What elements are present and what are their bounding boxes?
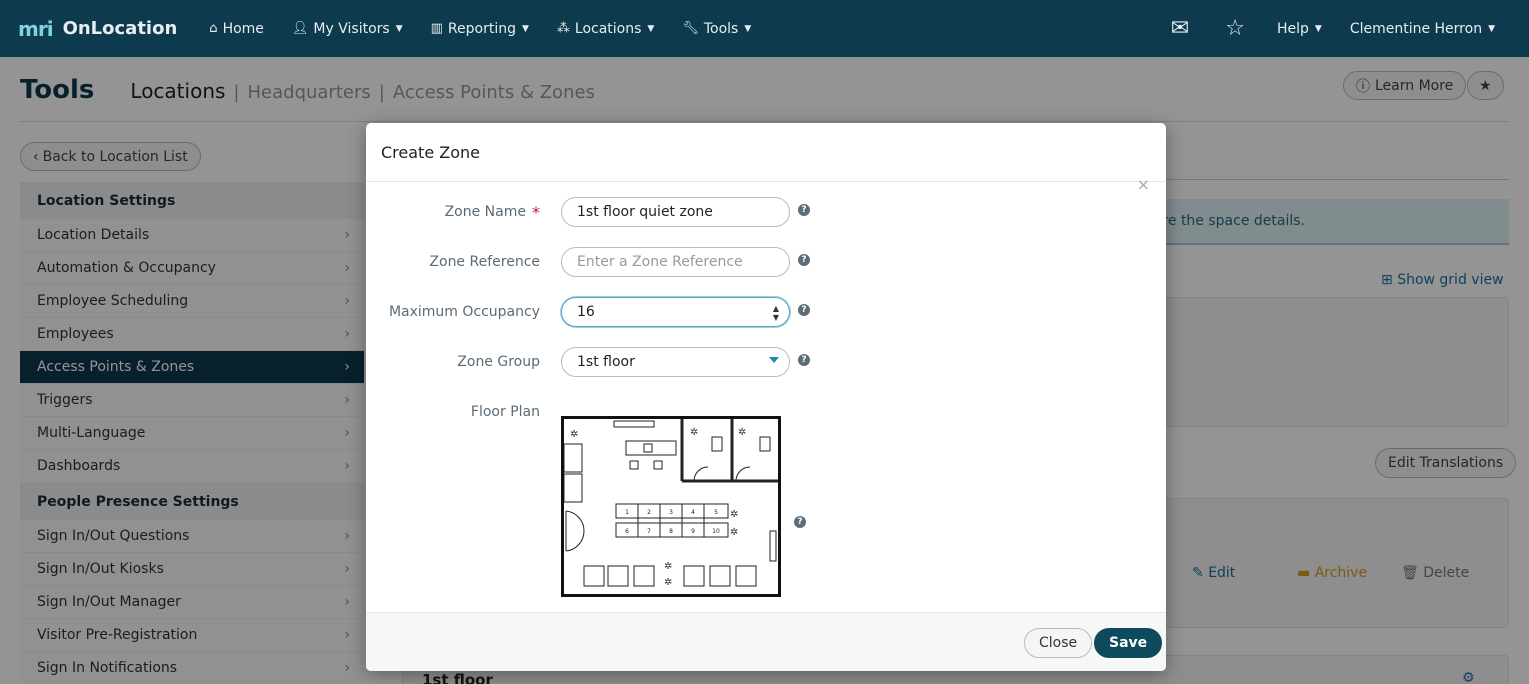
save-button[interactable]: Save [1094,628,1163,658]
desk-number: 8 [669,528,673,535]
nav-tools[interactable]: 🔧︎ Tools ▼ [682,0,751,57]
nav-locations-label: Locations [574,20,642,37]
nav-my-visitors-label: My Visitors [313,20,390,37]
home-icon: ⌂ [209,21,218,36]
star-icon[interactable]: ☆ [1225,16,1245,41]
plant-icon: ✲ [664,577,672,588]
plant-icon: ✲ [690,427,698,438]
plant-icon: ✲ [664,561,672,572]
nav-help[interactable]: Help ▼ [1277,0,1322,57]
floor-plan-drawing: 1 2 3 4 5 6 7 8 9 10 ✲ ✲ ✲ ✲ ✲ ✲ ✲ [563,419,778,588]
zone-reference-label: Zone Reference [429,254,540,270]
help-icon[interactable]: ? [798,204,810,216]
plant-icon: ✲ [570,429,578,440]
help-icon[interactable]: ? [794,516,806,528]
max-occupancy-row: Maximum Occupancy 16 ▲ ▼ ? [366,297,1166,327]
zone-group-value: 1st floor [577,354,635,370]
zone-group-select[interactable]: 1st floor [561,347,790,377]
top-navbar: mri OnLocation ⌂ Home 👤︎ My Visitors ▼ ▥… [0,0,1529,57]
zone-name-value: 1st floor quiet zone [577,204,713,220]
number-stepper-icon[interactable]: ▲ ▼ [773,304,779,322]
caret-down-icon: ▼ [744,23,752,34]
nav-user-name: Clementine Herron [1349,20,1483,37]
locations-icon: ⁂ [556,21,570,36]
caret-down-icon: ▼ [1488,23,1495,34]
max-occupancy-label: Maximum Occupancy [388,304,540,320]
save-button-label: Save [1109,635,1148,651]
nav-reporting[interactable]: ▥ Reporting ▼ [431,0,529,57]
desk-number: 4 [691,509,695,516]
mail-icon[interactable]: ✉ [1171,16,1189,41]
desk-number: 10 [712,528,720,535]
nav-home-label: Home [222,20,264,37]
close-button-label: Close [1039,635,1078,651]
nav-help-label: Help [1276,20,1309,37]
plant-icon: ✲ [738,427,746,438]
desk-number: 3 [669,509,673,516]
zone-reference-placeholder: Enter a Zone Reference [577,254,743,270]
max-occupancy-input[interactable]: 16 ▲ ▼ [561,297,790,327]
zone-group-row: Zone Group 1st floor ? [366,347,1166,377]
chart-icon: ▥ [430,21,443,36]
user-icon: 👤︎ [291,21,309,36]
floor-plan-label: Floor Plan [470,404,540,420]
create-zone-modal: Create Zone × Zone Name * 1st floor quie… [366,123,1166,671]
plant-icon: ✲ [730,527,738,538]
floor-plan-image[interactable]: 1 2 3 4 5 6 7 8 9 10 ✲ ✲ ✲ ✲ ✲ ✲ ✲ [561,416,781,597]
nav-my-visitors[interactable]: 👤︎ My Visitors ▼ [292,0,403,57]
zone-reference-row: Zone Reference Enter a Zone Reference ? [366,247,1166,277]
caret-down-icon: ▼ [647,23,655,34]
brand-mark: mri [18,16,54,41]
caret-down-icon: ▼ [1314,23,1322,34]
zone-name-label-text: Zone Name [444,204,526,220]
nav-home[interactable]: ⌂ Home [209,0,264,57]
brand-name: OnLocation [62,18,178,39]
desk-number: 5 [714,509,718,516]
desk-number: 7 [647,528,651,535]
zone-name-input[interactable]: 1st floor quiet zone [561,197,790,227]
help-icon[interactable]: ? [798,354,810,366]
nav-locations[interactable]: ⁂ Locations ▼ [557,0,654,57]
zone-reference-input[interactable]: Enter a Zone Reference [561,247,790,277]
required-asterisk: * [532,202,540,222]
help-icon[interactable]: ? [798,254,810,266]
desk-number: 1 [625,509,629,516]
help-icon[interactable]: ? [798,304,810,316]
desk-number: 6 [625,528,629,535]
desk-number: 9 [691,528,695,535]
modal-header-divider [366,181,1166,182]
zone-name-row: Zone Name * 1st floor quiet zone ? [366,197,1166,227]
zone-name-label: Zone Name * [445,197,540,227]
nav-reporting-label: Reporting [447,20,516,37]
nav-tools-label: Tools [703,20,739,37]
wrench-icon: 🔧︎ [682,21,699,36]
close-button[interactable]: Close [1024,628,1093,658]
max-occupancy-value: 16 [577,304,595,320]
caret-down-icon: ▼ [521,23,529,34]
nav-user-menu[interactable]: Clementine Herron ▼ [1350,0,1495,57]
close-icon[interactable]: × [1137,175,1150,194]
desk-number: 2 [647,509,651,516]
plant-icon: ✲ [730,509,738,520]
modal-title: Create Zone [381,143,480,162]
caret-down-icon [769,357,779,363]
zone-group-label: Zone Group [457,354,540,370]
brand-logo[interactable]: mri OnLocation [18,17,177,41]
caret-down-icon: ▼ [395,23,403,34]
modal-footer: Close Save [366,612,1166,671]
